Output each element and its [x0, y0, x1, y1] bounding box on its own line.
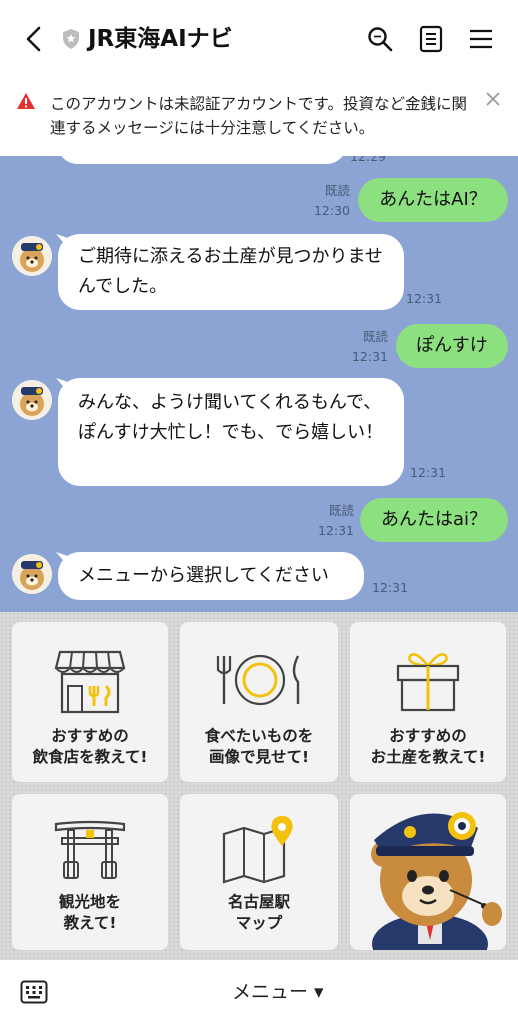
bot-message-bubble-partial[interactable]: [58, 156, 346, 164]
tile-label-line1: 観光地を: [58, 893, 121, 911]
bottom-bar: メニュー ▾: [0, 960, 518, 1024]
unverified-shield-icon: [63, 29, 79, 49]
bear-mascot-icon: [12, 236, 52, 276]
bot-avatar[interactable]: [12, 236, 52, 276]
menu-tile-food-image[interactable]: 食べたいものを 画像で見せて!: [180, 622, 338, 782]
tile-label-line2: 飲食店を教えて!: [32, 748, 148, 766]
keyboard-icon[interactable]: [20, 980, 48, 1004]
user-message-bubble[interactable]: ぽんすけ: [396, 324, 508, 368]
app-header: JR東海AIナビ: [0, 0, 518, 78]
account-title: JR東海AIナビ: [88, 26, 233, 52]
user-message-bubble[interactable]: あんたはAI？: [358, 178, 508, 222]
message-time: 12:31: [317, 523, 354, 538]
tile-label-line1: おすすめの: [389, 727, 467, 745]
menu-tile-restaurants[interactable]: おすすめの 飲食店を教えて!: [12, 622, 168, 782]
bot-message-bubble[interactable]: みんな、ようけ聞いてくれるもんで、ぽんすけ大忙し！でも、でら嬉しい！: [58, 378, 404, 486]
gift-icon: [396, 653, 460, 712]
tile-label-line2: お土産を教えて!: [370, 748, 486, 766]
bear-mascot-icon: [12, 554, 52, 594]
menu-tile-mascot[interactable]: [350, 794, 506, 950]
close-icon[interactable]: [484, 90, 502, 108]
bot-message-text: メニューから選択してください: [78, 565, 329, 586]
bot-avatar[interactable]: [12, 554, 52, 594]
tile-label-line1: 名古屋駅: [227, 893, 290, 911]
bot-message-bubble[interactable]: ご期待に添えるお土産が見つかりませんでした。: [58, 234, 404, 310]
tile-label-line1: おすすめの: [51, 727, 129, 745]
tile-label-line2: 画像で見せて!: [208, 748, 310, 766]
restaurant-icon: [54, 650, 126, 714]
bot-avatar[interactable]: [12, 380, 52, 420]
read-receipt: 既読: [324, 183, 350, 198]
message-time: 12:31: [410, 465, 447, 480]
bot-message-text: ご期待に添えるお土産が見つかりませんでした。: [78, 246, 383, 297]
tile-label-line2: マップ: [235, 914, 283, 932]
map-icon: [222, 816, 293, 884]
read-receipt: 既読: [362, 329, 388, 344]
bot-message-text: みんな、ようけ聞いてくれるもんで、ぽんすけ大忙し！でも、でら嬉しい！: [78, 392, 384, 443]
bear-mascot-icon: [12, 380, 52, 420]
menu-tile-souvenirs[interactable]: おすすめの お土産を教えて!: [350, 622, 506, 782]
user-message-bubble[interactable]: あんたはai？: [360, 498, 508, 542]
plate-icon: [216, 654, 300, 706]
torii-icon: [54, 820, 126, 879]
search-icon[interactable]: [365, 24, 395, 54]
chat-area[interactable]: 12:29 既読 12:30 あんたはAI？ ご期待に添えるお土産が見つかりませ…: [0, 156, 518, 612]
bot-message-bubble[interactable]: メニューから選択してください: [58, 552, 364, 600]
message-time: 12:31: [351, 349, 388, 364]
notes-icon[interactable]: [416, 24, 446, 54]
read-receipt: 既読: [328, 503, 354, 518]
rich-menu: おすすめの 飲食店を教えて! 食べたいものを 画像で見せて! おすすめの お土産…: [0, 612, 518, 960]
warning-text: このアカウントは未認証アカウントです。投資など金銭に関連するメッセージには十分注…: [50, 95, 467, 137]
tile-label-line2: 教えて!: [63, 914, 117, 932]
message-time: 12:31: [372, 580, 409, 595]
menu-tile-station-map[interactable]: 名古屋駅 マップ: [180, 794, 338, 950]
bear-mascot-icon: [371, 812, 502, 950]
message-time: 12:29: [349, 156, 386, 164]
hamburger-menu-icon[interactable]: [466, 24, 496, 54]
tile-label-line1: 食べたいものを: [204, 727, 314, 745]
message-time: 12:31: [406, 291, 443, 306]
unverified-warning-banner: このアカウントは未認証アカウントです。投資など金銭に関連するメッセージには十分注…: [0, 78, 518, 156]
message-time: 12:30: [313, 203, 350, 218]
menu-tile-sightseeing[interactable]: 観光地を 教えて!: [12, 794, 168, 950]
menu-toggle-button[interactable]: メニュー ▾: [232, 978, 324, 1006]
back-arrow-icon[interactable]: [20, 24, 48, 54]
warning-icon: [17, 93, 35, 109]
